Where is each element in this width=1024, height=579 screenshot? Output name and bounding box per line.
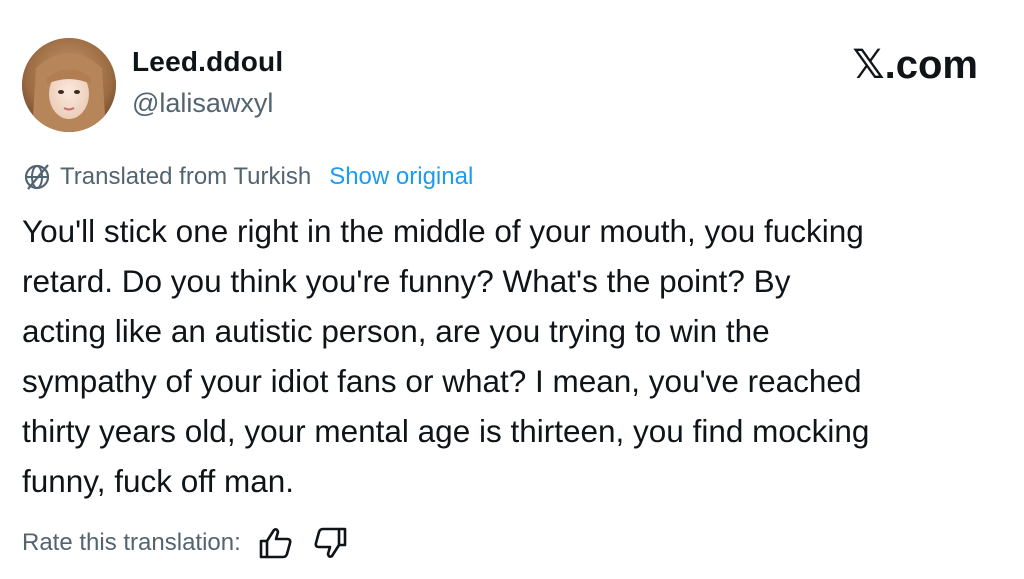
rate-translation-label: Rate this translation: — [22, 529, 241, 556]
thumbs-down-button[interactable] — [311, 524, 349, 562]
brand-logo: 𝕏.com — [852, 43, 978, 87]
display-name[interactable]: Leed.ddoul — [132, 46, 283, 78]
translation-note: Translated from Turkish — [60, 163, 312, 190]
avatar[interactable] — [22, 38, 116, 132]
post-card: Leed.ddoul @lalisawxyl 𝕏.com Translated … — [0, 0, 1024, 579]
user-handle[interactable]: @lalisawxyl — [132, 88, 273, 119]
translate-globe-icon — [24, 164, 50, 190]
thumbs-up-button[interactable] — [257, 524, 295, 562]
rate-translation-bar: Rate this translation: — [22, 524, 349, 562]
avatar-image — [22, 38, 116, 132]
thumbs-up-icon — [259, 528, 292, 559]
thumbs-down-icon — [314, 527, 347, 558]
post-text: You'll stick one right in the middle of … — [22, 213, 870, 499]
translation-bar: Translated from Turkish Show original — [22, 162, 473, 192]
show-original-link[interactable]: Show original — [329, 163, 473, 191]
